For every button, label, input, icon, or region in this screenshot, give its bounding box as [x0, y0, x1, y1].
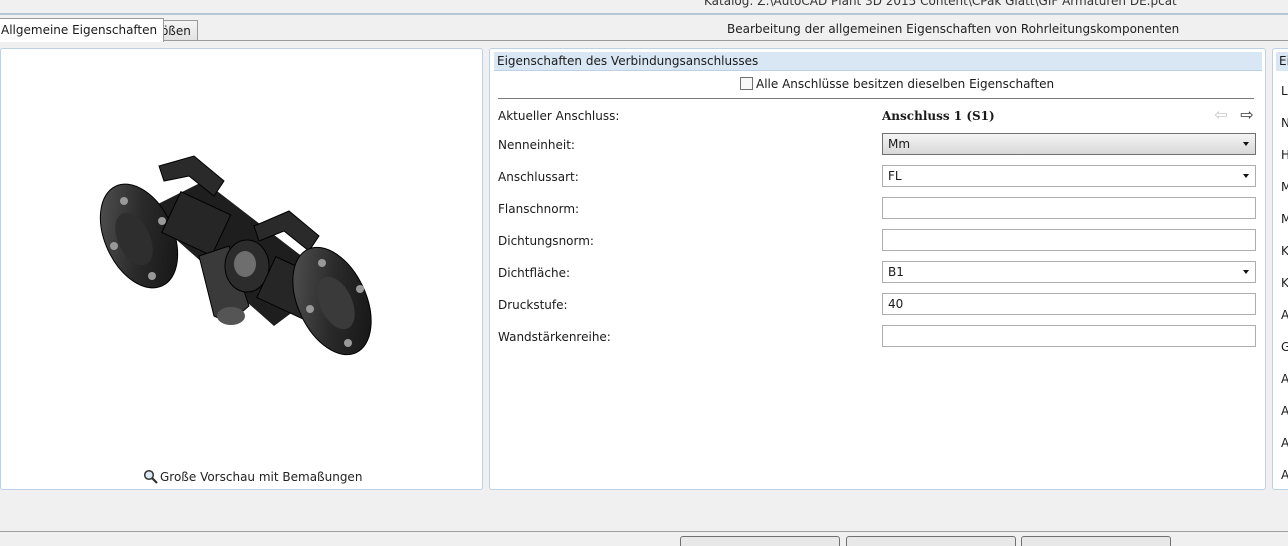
next-connection-arrow-icon[interactable]: ⇨	[1238, 107, 1256, 123]
catalog-path: Katalog: Z:\AutoCAD Plant 3D 2015 Conten…	[704, 0, 1177, 8]
gasket-standard-label: Dichtungsnorm:	[498, 234, 594, 248]
right-panel-label: A	[1281, 404, 1288, 418]
end-type-select[interactable]: FL	[882, 165, 1256, 187]
right-panel-label: A	[1281, 436, 1288, 450]
right-panel-label: A	[1281, 372, 1288, 386]
properties-separator	[498, 98, 1254, 99]
end-type-label: Anschlussart:	[498, 170, 579, 184]
right-panel-label: K	[1281, 276, 1288, 290]
pressure-class-input[interactable]: 40	[882, 293, 1256, 315]
connection-properties-title: Eigenschaften des Verbindungsanschlusses	[494, 52, 1262, 71]
right-panel-label: G	[1281, 340, 1288, 354]
current-connection-value: Anschluss 1 (S1)	[882, 109, 995, 123]
dialog-button[interactable]	[680, 536, 840, 546]
right-properties-panel: Ei La N H M M K K A G A A A A	[1272, 48, 1288, 490]
component-preview-image	[34, 51, 450, 465]
right-panel-label: M	[1281, 180, 1288, 194]
flange-standard-label: Flanschnorm:	[498, 202, 580, 216]
right-panel-label: A	[1281, 308, 1288, 322]
magnifier-icon	[143, 469, 158, 487]
same-properties-label: Alle Anschlüsse besitzen dieselben Eigen…	[756, 77, 1055, 91]
pressure-class-label: Druckstufe:	[498, 298, 568, 312]
right-panel-label: H	[1281, 148, 1288, 162]
previous-connection-arrow-icon[interactable]: ⇦	[1212, 107, 1230, 123]
schedule-label: Wandstärkenreihe:	[498, 330, 611, 344]
right-panel-label: A	[1281, 468, 1288, 482]
large-preview-link[interactable]: Große Vorschau mit Bemaßungen	[143, 469, 362, 487]
same-properties-checkbox[interactable]	[740, 77, 753, 90]
right-panel-label: M	[1281, 212, 1288, 226]
nominal-unit-select[interactable]: Mm	[882, 133, 1256, 155]
tab-general-properties[interactable]: Allgemeine Eigenschaften	[0, 18, 165, 42]
flange-standard-input[interactable]	[882, 197, 1256, 219]
current-connection-label: Aktueller Anschluss:	[498, 109, 620, 123]
right-panel-label: La	[1281, 84, 1288, 98]
valve-3d-icon	[99, 155, 372, 356]
same-properties-option[interactable]: Alle Anschlüsse besitzen dieselben Eigen…	[740, 77, 1054, 91]
nominal-unit-label: Nenneinheit:	[498, 138, 575, 152]
facing-select[interactable]: B1	[882, 261, 1256, 283]
tab-divider	[0, 40, 1288, 41]
right-panel-label: K	[1281, 244, 1288, 258]
connection-properties-panel: Eigenschaften des Verbindungsanschlusses…	[489, 48, 1266, 490]
right-panel-title: Ei	[1276, 52, 1288, 71]
schedule-input[interactable]	[882, 325, 1256, 347]
preview-panel: Große Vorschau mit Bemaßungen	[0, 48, 483, 490]
top-divider	[0, 13, 1288, 15]
right-panel-label: N	[1281, 116, 1288, 130]
facing-label: Dichtfläche:	[498, 266, 571, 280]
large-preview-label: Große Vorschau mit Bemaßungen	[160, 470, 363, 484]
bottom-divider	[0, 531, 1288, 532]
dialog-button[interactable]	[1021, 536, 1171, 546]
page-description: Bearbeitung der allgemeinen Eigenschafte…	[727, 22, 1180, 36]
gasket-standard-input[interactable]	[882, 229, 1256, 251]
dialog-button[interactable]	[846, 536, 1016, 546]
